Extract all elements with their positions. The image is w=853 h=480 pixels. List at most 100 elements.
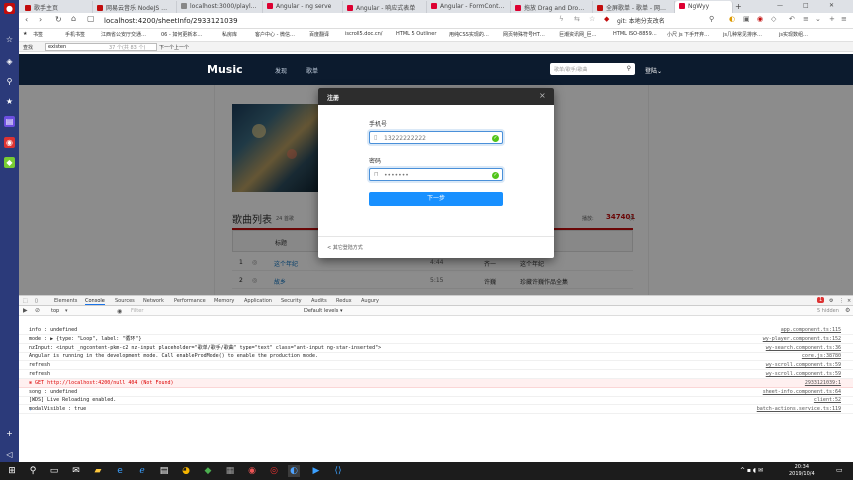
close-icon[interactable]: × — [847, 298, 851, 304]
extension-icon[interactable]: ◆ — [604, 15, 609, 23]
nav-link-sheet[interactable]: 歌单 — [306, 66, 318, 75]
search-icon[interactable]: ⚲ — [27, 465, 39, 477]
notifications-icon[interactable]: ▭ — [836, 466, 843, 474]
bookmark-icon[interactable]: ☆ — [589, 15, 595, 23]
bookmark-item[interactable]: HTML ISO-8859… — [613, 31, 657, 37]
tab-performance[interactable]: Performance — [174, 298, 206, 304]
log-source-link[interactable]: wy-player.component.ts:152 — [763, 335, 841, 343]
add-panel-icon[interactable]: + — [4, 428, 15, 439]
bookmark-item[interactable]: 06 - 如何更新本… — [161, 31, 202, 38]
search-icon[interactable]: ⚲ — [4, 76, 15, 87]
clear-console-icon[interactable]: ⊘ — [35, 307, 40, 314]
home-icon[interactable]: ⌂ — [71, 14, 76, 23]
tray-icons[interactable]: ^ ▪ ◖ ✉ — [740, 467, 763, 474]
tab-audits[interactable]: Audits — [311, 298, 327, 304]
bookmark-item[interactable]: 小尺 js 下手开弃… — [667, 31, 709, 38]
browser-tab[interactable]: localhost:3000/playlis… — [177, 1, 263, 13]
bookmark-item[interactable]: 网页特殊符号HT… — [503, 31, 545, 38]
console-log-row[interactable]: info : undefined app.component.ts:115 — [19, 326, 853, 335]
log-source-link[interactable]: core.js:38780 — [802, 352, 841, 360]
extension-icon[interactable]: ◐ — [729, 15, 735, 23]
bookmark-item[interactable]: 书签 — [33, 31, 43, 38]
bookmark-item[interactable]: 巨潮资讯网_巨… — [559, 31, 597, 38]
app-icon[interactable]: ◆ — [4, 157, 15, 168]
eye-icon[interactable]: ◉ — [117, 308, 122, 315]
login-button[interactable]: 登陆⌄ — [645, 66, 662, 75]
powershell-icon[interactable]: ▶ — [310, 465, 322, 477]
bookmark-item[interactable]: 手机书签 — [65, 31, 85, 38]
device-toggle-icon[interactable]: ▯ — [35, 298, 38, 304]
console-log-row[interactable]: nzInput: <input _ngcontent-pkm-c2 nz-inp… — [19, 344, 853, 353]
tab-memory[interactable]: Memory — [214, 298, 234, 304]
search-icon[interactable]: ⚲ — [709, 15, 714, 23]
chevron-down-icon[interactable]: ⌄ — [815, 15, 821, 23]
lightning-icon[interactable]: ϟ — [559, 15, 564, 23]
bookmark-item[interactable]: 用纯CSS实现的… — [449, 31, 489, 38]
bookmark-item[interactable]: 客户中心 - 微信… — [255, 31, 295, 38]
app-icon[interactable]: ◉ — [246, 465, 258, 477]
tab-network[interactable]: Network — [143, 298, 164, 304]
other-login-link[interactable]: < 其它登陆方式 — [327, 244, 363, 251]
extension-icon[interactable]: ◇ — [771, 15, 776, 23]
minimize-button[interactable]: — — [777, 2, 783, 9]
tab-security[interactable]: Security — [281, 298, 302, 304]
browser-tab[interactable]: 全屏歌单 - 歌单 - 网易… — [593, 1, 675, 13]
weibo-icon[interactable]: ◉ — [4, 137, 15, 148]
close-icon[interactable]: × — [539, 91, 546, 100]
bookmark-item[interactable]: js实现数组… — [779, 31, 808, 38]
settings-gear-icon[interactable]: ⚙ — [829, 298, 833, 304]
console-prompt[interactable]: › — [19, 406, 853, 415]
search-icon[interactable]: ⚲ — [627, 65, 631, 72]
bookmark-star-icon[interactable]: ☆ — [4, 34, 15, 45]
app-icon[interactable]: ◎ — [268, 465, 280, 477]
bookmark-item[interactable]: 百度翻译 — [309, 31, 329, 38]
collapse-panel-icon[interactable]: ◁ — [4, 449, 15, 460]
browser-tab[interactable]: Angular - ng serve — [263, 1, 343, 13]
log-source-link[interactable]: 2933121039:1 — [805, 379, 841, 387]
browser-taskbar-icon[interactable]: ◐ — [288, 465, 300, 477]
app-icon[interactable]: ▦ — [224, 465, 236, 477]
vscode-icon[interactable]: ⟨⟩ — [332, 465, 344, 477]
task-view-icon[interactable]: ▭ — [48, 465, 60, 477]
more-icon[interactable]: ≡ — [841, 15, 847, 23]
windows-start-icon[interactable]: ⊞ — [6, 465, 18, 477]
console-log-row[interactable]: refresh wy-scroll.component.ts:59 — [19, 361, 853, 371]
console-log-row[interactable]: Angular is running in the development mo… — [19, 352, 853, 362]
context-select[interactable]: top — [51, 308, 59, 314]
close-window-button[interactable]: ✕ — [829, 2, 834, 9]
console-log-row[interactable]: mode : ▶ {type: "Loop", label: "循环"} wy-p… — [19, 335, 853, 344]
nav-link-discover[interactable]: 发现 — [275, 66, 287, 75]
browser-tab[interactable]: Angular - FormControl — [427, 1, 511, 13]
log-source-link[interactable]: wy-search.component.ts:36 — [766, 344, 841, 352]
forward-icon[interactable]: › — [39, 15, 42, 24]
url-input[interactable]: localhost:4200/sheetInfo/2933121039 — [104, 15, 574, 27]
browser-tab-active[interactable]: NgWyy — [675, 1, 733, 13]
ie-icon[interactable]: ℯ — [136, 465, 148, 477]
menu-icon[interactable]: ≡ — [803, 15, 809, 23]
chrome-icon[interactable]: ◕ — [180, 465, 192, 477]
edge-icon[interactable]: e — [114, 465, 126, 477]
console-log-row[interactable]: song : undefined sheet-info.component.ts:… — [19, 388, 853, 397]
reload-icon[interactable]: ↻ — [55, 15, 62, 24]
translate-icon[interactable]: ⇆ — [574, 15, 580, 23]
log-source-link[interactable]: wy-scroll.component.ts:59 — [766, 370, 841, 378]
clock[interactable]: 20:34 2019/10/4 — [789, 464, 815, 478]
browser-tab[interactable]: 网易云音乐 NodeJS 版… — [93, 1, 177, 13]
browser-logo-icon[interactable]: ● — [4, 3, 15, 14]
console-log-row[interactable]: [WDS] Live Reloading enabled. client:52 — [19, 396, 853, 406]
plus-icon[interactable]: + — [829, 15, 835, 23]
game-icon[interactable]: ◈ — [4, 56, 15, 67]
more-vert-icon[interactable]: ⋮ — [839, 298, 844, 304]
undo-icon[interactable]: ↶ — [789, 15, 795, 23]
notes-icon[interactable]: ▤ — [4, 116, 15, 127]
tab-augury[interactable]: Augury — [361, 298, 379, 304]
new-tab-button[interactable]: + — [735, 2, 742, 11]
tab-elements[interactable]: Elements — [54, 298, 77, 304]
bookmark-item[interactable]: 江西省公安厅交通… — [101, 31, 146, 38]
app-icon[interactable]: ◆ — [202, 465, 214, 477]
log-source-link[interactable]: app.component.ts:115 — [781, 326, 841, 334]
extension-icon[interactable]: ▣ — [743, 15, 750, 23]
tab-sources[interactable]: Sources — [115, 298, 135, 304]
maximize-button[interactable]: □ — [803, 2, 809, 9]
next-step-button[interactable]: 下一步 — [369, 192, 503, 206]
